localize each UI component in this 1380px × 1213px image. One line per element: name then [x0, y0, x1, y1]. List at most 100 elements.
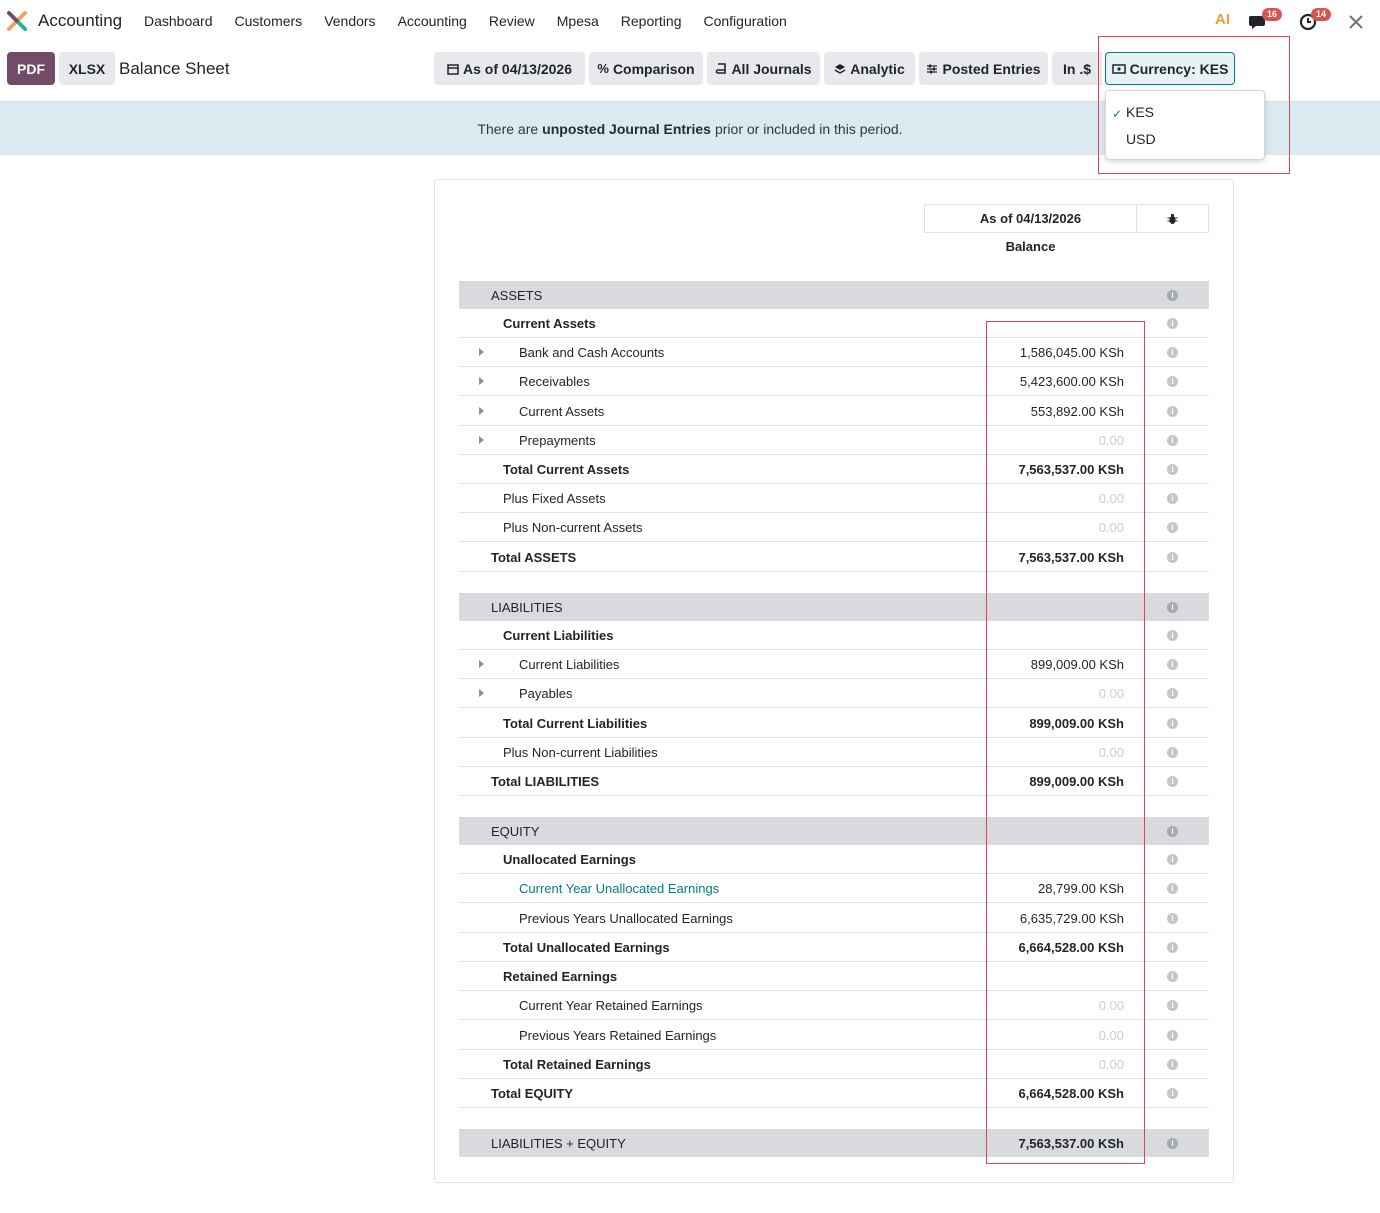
- info-icon[interactable]: i: [1167, 718, 1178, 729]
- report-row[interactable]: Current Assets 553,892.00 KSh i: [459, 397, 1209, 426]
- info-icon[interactable]: i: [1167, 464, 1178, 475]
- report-row[interactable]: Receivables 5,423,600.00 KSh i: [459, 367, 1209, 396]
- report-row[interactable]: Previous Years Unallocated Earnings 6,635…: [459, 904, 1209, 933]
- menu-review[interactable]: Review: [489, 13, 535, 29]
- report-row[interactable]: Current Assets i: [459, 309, 1209, 338]
- info-icon[interactable]: i: [1167, 659, 1178, 670]
- report-row[interactable]: Total Retained Earnings 0.00 i: [459, 1050, 1209, 1079]
- expand-caret-icon[interactable]: [479, 660, 484, 668]
- info-icon[interactable]: i: [1167, 971, 1178, 982]
- report-row[interactable]: Unallocated Earnings i: [459, 845, 1209, 874]
- analytic-filter-button[interactable]: Analytic: [824, 52, 915, 85]
- info-icon[interactable]: i: [1167, 1000, 1178, 1011]
- expand-caret-icon[interactable]: [479, 377, 484, 385]
- info-icon[interactable]: i: [1167, 347, 1178, 358]
- expand-caret-icon[interactable]: [479, 407, 484, 415]
- report-row[interactable]: Total Current Liabilities 899,009.00 KSh i: [459, 709, 1209, 738]
- expand-caret-icon[interactable]: [479, 689, 484, 697]
- row-label[interactable]: Current Year Unallocated Earnings: [519, 881, 719, 896]
- currency-option-kes[interactable]: KES: [1126, 104, 1154, 120]
- report-row[interactable]: Total Unallocated Earnings 6,664,528.00 K…: [459, 933, 1209, 962]
- row-label: ASSETS: [491, 288, 543, 303]
- expand-caret-icon[interactable]: [479, 436, 484, 444]
- report-row[interactable]: Plus Fixed Assets 0.00 i: [459, 484, 1209, 513]
- info-icon[interactable]: i: [1167, 942, 1178, 953]
- report-row[interactable]: Total ASSETS 7,563,537.00 KSh i: [459, 543, 1209, 572]
- info-icon[interactable]: i: [1167, 1138, 1178, 1149]
- report-row[interactable]: Current Liabilities i: [459, 621, 1209, 650]
- info-icon[interactable]: i: [1167, 493, 1178, 504]
- info-icon[interactable]: i: [1167, 376, 1178, 387]
- menu-configuration[interactable]: Configuration: [703, 13, 786, 29]
- info-icon[interactable]: i: [1167, 435, 1178, 446]
- info-icon[interactable]: i: [1167, 747, 1178, 758]
- activity-clock-icon[interactable]: 14: [1299, 8, 1332, 32]
- report-row[interactable]: ASSETS i: [459, 281, 1209, 309]
- comparison-filter-button[interactable]: % Comparison: [589, 52, 703, 85]
- report-row[interactable]: Retained Earnings i: [459, 962, 1209, 991]
- column-header-date[interactable]: As of 04/13/2026: [924, 204, 1137, 233]
- currency-filter-button[interactable]: Currency: KES: [1105, 52, 1235, 85]
- info-icon[interactable]: i: [1167, 602, 1178, 613]
- menu-dashboard[interactable]: Dashboard: [144, 13, 213, 29]
- currency-option-usd[interactable]: USD: [1126, 131, 1156, 147]
- info-icon[interactable]: i: [1167, 913, 1178, 924]
- report-row[interactable]: LIABILITIES i: [459, 593, 1209, 621]
- info-icon[interactable]: i: [1167, 688, 1178, 699]
- report-row[interactable]: Previous Years Retained Earnings 0.00 i: [459, 1021, 1209, 1050]
- messages-icon[interactable]: 16: [1249, 8, 1283, 32]
- report-row[interactable]: Current Liabilities 899,009.00 KSh i: [459, 650, 1209, 679]
- expand-caret-icon[interactable]: [479, 348, 484, 356]
- info-icon[interactable]: i: [1167, 1088, 1178, 1099]
- info-icon[interactable]: i: [1167, 883, 1178, 894]
- info-icon[interactable]: i: [1167, 406, 1178, 417]
- info-icon[interactable]: i: [1167, 1030, 1178, 1041]
- row-label: Retained Earnings: [503, 969, 618, 984]
- menu-accounting[interactable]: Accounting: [398, 13, 467, 29]
- pdf-button[interactable]: PDF: [7, 52, 55, 85]
- report-row[interactable]: Total LIABILITIES 899,009.00 KSh i: [459, 767, 1209, 796]
- menu-reporting[interactable]: Reporting: [621, 13, 682, 29]
- posted-entries-filter-button[interactable]: Posted Entries: [919, 52, 1048, 85]
- menu-vendors[interactable]: Vendors: [324, 13, 375, 29]
- journals-filter-button[interactable]: All Journals: [707, 52, 820, 85]
- report-row[interactable]: Current Year Retained Earnings 0.00 i: [459, 991, 1209, 1020]
- analytic-filter-label: Analytic: [850, 60, 905, 77]
- info-icon[interactable]: i: [1167, 552, 1178, 563]
- debug-tools-icon[interactable]: [1348, 10, 1366, 32]
- bug-icon[interactable]: [1136, 204, 1209, 233]
- info-icon[interactable]: i: [1167, 1059, 1178, 1070]
- menu-mpesa[interactable]: Mpesa: [557, 13, 599, 29]
- in-filter-button[interactable]: In .$: [1052, 52, 1102, 85]
- report-row[interactable]: Bank and Cash Accounts 1,586,045.00 KSh i: [459, 338, 1209, 367]
- info-icon[interactable]: i: [1167, 290, 1178, 301]
- report-row[interactable]: Current Year Unallocated Earnings 28,799.…: [459, 874, 1209, 903]
- ai-icon[interactable]: AI: [1215, 11, 1230, 33]
- row-value: 28,799.00 KSh: [1037, 881, 1124, 896]
- app-name[interactable]: Accounting: [38, 11, 122, 31]
- report-row[interactable]: LIABILITIES + EQUITY 7,563,537.00 KSh i: [459, 1129, 1209, 1157]
- report-row[interactable]: Prepayments 0.00 i: [459, 426, 1209, 455]
- report-row[interactable]: Plus Non-current Liabilities 0.00 i: [459, 738, 1209, 767]
- report-row[interactable]: Total Current Assets 7,563,537.00 KSh i: [459, 455, 1209, 484]
- main-menu: Dashboard Customers Vendors Accounting R…: [144, 13, 809, 29]
- info-icon[interactable]: i: [1167, 522, 1178, 533]
- row-value: 899,009.00 KSh: [1029, 716, 1124, 731]
- report-row[interactable]: EQUITY i: [459, 817, 1209, 845]
- page-title: Balance Sheet: [119, 59, 230, 78]
- alert-link[interactable]: unposted Journal Entries: [542, 121, 711, 137]
- layers-icon: [834, 63, 846, 75]
- info-icon[interactable]: i: [1167, 826, 1178, 837]
- info-icon[interactable]: i: [1167, 776, 1178, 787]
- row-value: 7,563,537.00 KSh: [1018, 1136, 1124, 1151]
- xlsx-button[interactable]: XLSX: [59, 52, 115, 85]
- info-icon[interactable]: i: [1167, 854, 1178, 865]
- menu-customers[interactable]: Customers: [235, 13, 303, 29]
- app-logo-icon[interactable]: [6, 10, 28, 32]
- date-filter-button[interactable]: As of 04/13/2026: [434, 52, 585, 85]
- info-icon[interactable]: i: [1167, 630, 1178, 641]
- report-row[interactable]: Payables 0.00 i: [459, 679, 1209, 708]
- info-icon[interactable]: i: [1167, 318, 1178, 329]
- report-row[interactable]: Plus Non-current Assets 0.00 i: [459, 513, 1209, 542]
- report-row[interactable]: Total EQUITY 6,664,528.00 KSh i: [459, 1079, 1209, 1108]
